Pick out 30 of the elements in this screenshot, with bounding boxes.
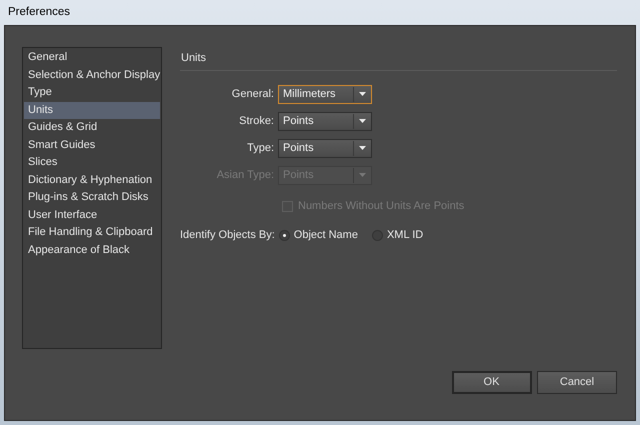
units-dropdown[interactable]: Millimeters (278, 84, 372, 104)
sidebar-item[interactable]: Type (24, 84, 160, 102)
field-label: Stroke: (238, 114, 275, 129)
sidebar-item[interactable]: Smart Guides (24, 136, 160, 154)
sidebar-item[interactable]: Guides & Grid (24, 119, 160, 136)
dialog-button[interactable]: OK (452, 371, 532, 394)
radio-button[interactable] (278, 230, 290, 240)
sidebar-item[interactable]: General (24, 49, 160, 66)
window-title: Preferences (7, 5, 72, 20)
caret-icon (359, 119, 366, 123)
field-label: Type: (246, 140, 275, 156)
dialog-button[interactable]: Cancel (537, 371, 617, 394)
field-label: General: (230, 86, 275, 102)
caret-icon (359, 92, 366, 96)
sidebar-item[interactable]: Plug-ins & Scratch Disks (24, 189, 160, 206)
caret-icon (359, 173, 366, 177)
sidebar-item[interactable]: User Interface (24, 206, 160, 224)
sidebar-item[interactable]: File Handling & Clipboard (24, 224, 160, 242)
radio-label: Object Name (294, 228, 358, 243)
section-title: Units (180, 50, 617, 70)
sidebar-item[interactable]: Selection & Anchor Display (24, 66, 160, 84)
units-dropdown[interactable]: Points (278, 138, 372, 158)
radio-label: XML ID (386, 228, 424, 243)
sidebar-item[interactable]: Dictionary & Hyphenation (24, 172, 160, 189)
sidebar-item[interactable]: Appearance of Black (24, 242, 160, 259)
field-label: Identify Objects By: (180, 228, 275, 243)
sidebar-item[interactable]: Units (24, 102, 160, 119)
caret-icon (359, 146, 366, 150)
units-dropdown[interactable]: Points (278, 112, 372, 130)
sidebar-item[interactable]: Slices (24, 154, 160, 172)
